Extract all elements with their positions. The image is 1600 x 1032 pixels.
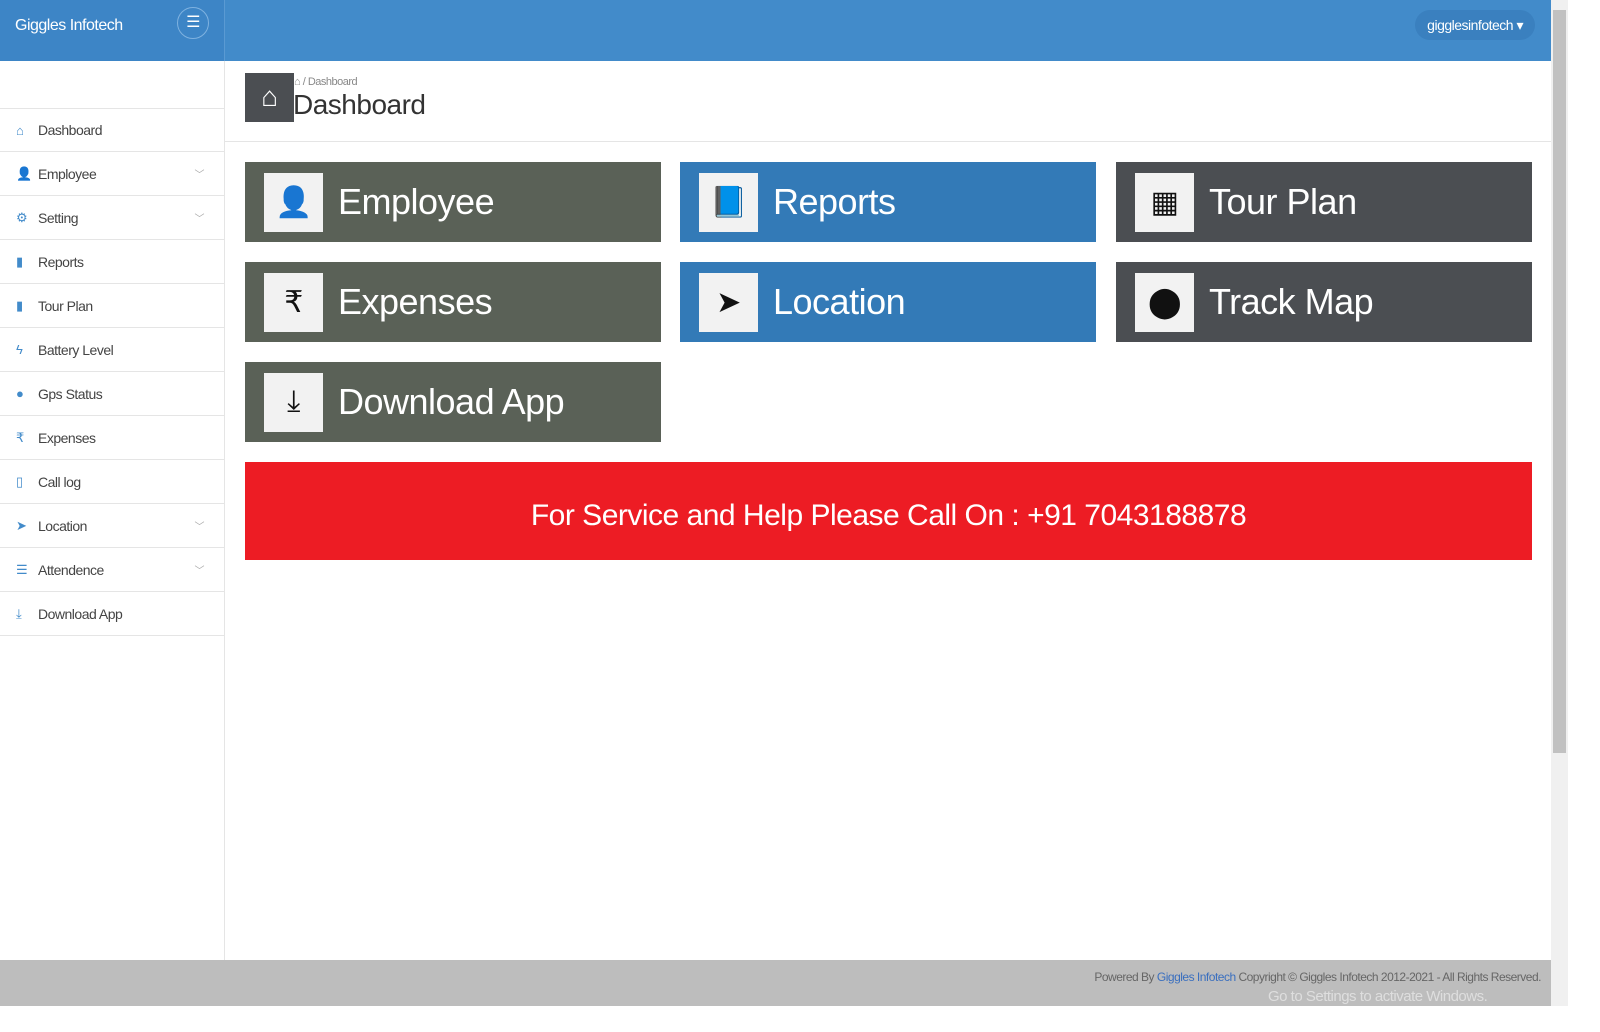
- sidebar-item-label: Tour Plan: [38, 297, 93, 314]
- tile-label: Expenses: [338, 281, 493, 322]
- caret-down-icon: ▾: [1516, 17, 1523, 33]
- user-icon: 👤: [264, 172, 323, 232]
- sidebar-item-label: Attendence: [38, 561, 104, 578]
- sidebar-item-gps-status[interactable]: ● Gps Status: [0, 372, 224, 416]
- sidebar-item-attendence[interactable]: ☰ Attendence ﹀: [0, 548, 224, 592]
- tile-employee[interactable]: 👤 Employee: [245, 162, 661, 242]
- help-banner: For Service and Help Please Call On : +9…: [245, 462, 1532, 560]
- gear-icon: ⚙: [16, 209, 28, 225]
- brand-name[interactable]: Giggles Infotech: [15, 17, 123, 35]
- sidebar-item-download-app[interactable]: ⤓ Download App: [0, 592, 224, 636]
- tile-location[interactable]: ➤ Location: [680, 262, 1096, 342]
- breadcrumb: ⌂ / Dashboard: [294, 76, 358, 88]
- tile-label: Reports: [773, 181, 896, 222]
- user-menu[interactable]: gigglesinfotech ▾: [1415, 10, 1535, 40]
- bolt-icon: ϟ: [16, 342, 23, 357]
- chevron-down-icon: ﹀: [194, 522, 205, 533]
- footer-prefix: Powered By: [1094, 970, 1155, 984]
- home-icon: ⌂: [16, 122, 24, 138]
- download-icon: ⤓: [16, 605, 22, 621]
- footer-copyright: Copyright © Giggles Infotech 2012-2021 -…: [1238, 970, 1541, 984]
- sidebar-item-setting[interactable]: ⚙ Setting ﹀: [0, 196, 224, 240]
- footer-link[interactable]: Giggles Infotech: [1157, 970, 1236, 984]
- sidebar-item-tour-plan[interactable]: ▮ Tour Plan: [0, 284, 224, 328]
- book-icon: ▮: [16, 297, 23, 313]
- page-header: ⌂ ⌂ / Dashboard Dashboard: [225, 61, 1551, 142]
- sidebar-item-label: Dashboard: [38, 122, 103, 138]
- download-icon: ⤓: [264, 372, 323, 432]
- sidebar-item-label: Location: [38, 517, 87, 534]
- book-icon: 📘: [699, 172, 758, 232]
- sidebar: ⌂ Dashboard 👤 Employee ﹀ ⚙ Setting ﹀ ▮ Reports ▮ To…: [0, 61, 225, 960]
- tile-label: Tour Plan: [1209, 181, 1357, 222]
- sidebar-item-label: Battery Level: [38, 341, 114, 358]
- rupee-icon: ₹: [16, 429, 24, 445]
- sidebar-item-expenses[interactable]: ₹ Expenses: [0, 416, 224, 460]
- brand: Giggles Infotech ☰: [0, 0, 225, 61]
- sidebar-item-label: Reports: [38, 253, 84, 270]
- tile-label: Location: [773, 281, 906, 322]
- tile-label: Download App: [338, 381, 565, 422]
- top-navbar: gigglesinfotech ▾: [0, 0, 1551, 61]
- location-arrow-icon: ➤: [16, 517, 27, 533]
- sidebar-item-employee[interactable]: 👤 Employee ﹀: [0, 152, 224, 196]
- sidebar-item-label: Gps Status: [38, 385, 103, 402]
- tile-tour-plan[interactable]: ▦ Tour Plan: [1116, 162, 1532, 242]
- chevron-down-icon: ﹀: [194, 566, 205, 577]
- scrollbar[interactable]: [1551, 0, 1568, 1006]
- sidebar-item-label: Download App: [38, 605, 123, 622]
- sidebar-item-dashboard[interactable]: ⌂ Dashboard: [0, 108, 224, 152]
- breadcrumb-current: Dashboard: [307, 76, 358, 88]
- page-title: Dashboard: [293, 89, 426, 120]
- windows-watermark: Go to Settings to activate Windows.: [1268, 988, 1488, 1005]
- chevron-down-icon: ﹀: [194, 170, 205, 181]
- sidebar-item-label: Setting: [38, 209, 79, 226]
- home-icon: ⌂: [245, 73, 294, 122]
- table-icon: ▦: [1135, 172, 1194, 232]
- file-icon: ▮: [16, 253, 23, 269]
- breadcrumb-home-icon[interactable]: ⌂: [294, 76, 301, 88]
- rupee-icon: ₹: [264, 272, 323, 332]
- tile-track-map[interactable]: ⬤ Track Map: [1116, 262, 1532, 342]
- sidebar-item-call-log[interactable]: ▯ Call log: [0, 460, 224, 504]
- chevron-down-icon: ﹀: [194, 214, 205, 225]
- list-icon: ☰: [16, 561, 28, 577]
- map-marker-icon: ●: [16, 386, 24, 401]
- tile-download-app[interactable]: ⤓ Download App: [245, 362, 661, 442]
- tile-expenses[interactable]: ₹ Expenses: [245, 262, 661, 342]
- username: gigglesinfotech: [1427, 17, 1514, 33]
- user-icon: 👤: [16, 165, 32, 181]
- tile-reports[interactable]: 📘 Reports: [680, 162, 1096, 242]
- mobile-icon: ▯: [16, 473, 23, 489]
- sidebar-item-label: Expenses: [38, 429, 96, 446]
- menu-toggle-button[interactable]: ☰: [177, 7, 209, 39]
- sidebar-item-label: Employee: [38, 165, 97, 182]
- sidebar-item-battery-level[interactable]: ϟ Battery Level: [0, 328, 224, 372]
- sidebar-item-reports[interactable]: ▮ Reports: [0, 240, 224, 284]
- tile-label: Employee: [338, 181, 495, 222]
- location-arrow-icon: ➤: [699, 272, 758, 332]
- sidebar-item-location[interactable]: ➤ Location ﹀: [0, 504, 224, 548]
- tile-label: Track Map: [1209, 281, 1374, 322]
- map-marker-icon: ⬤: [1135, 272, 1194, 332]
- sidebar-item-label: Call log: [38, 473, 81, 490]
- scrollbar-thumb[interactable]: [1553, 10, 1566, 753]
